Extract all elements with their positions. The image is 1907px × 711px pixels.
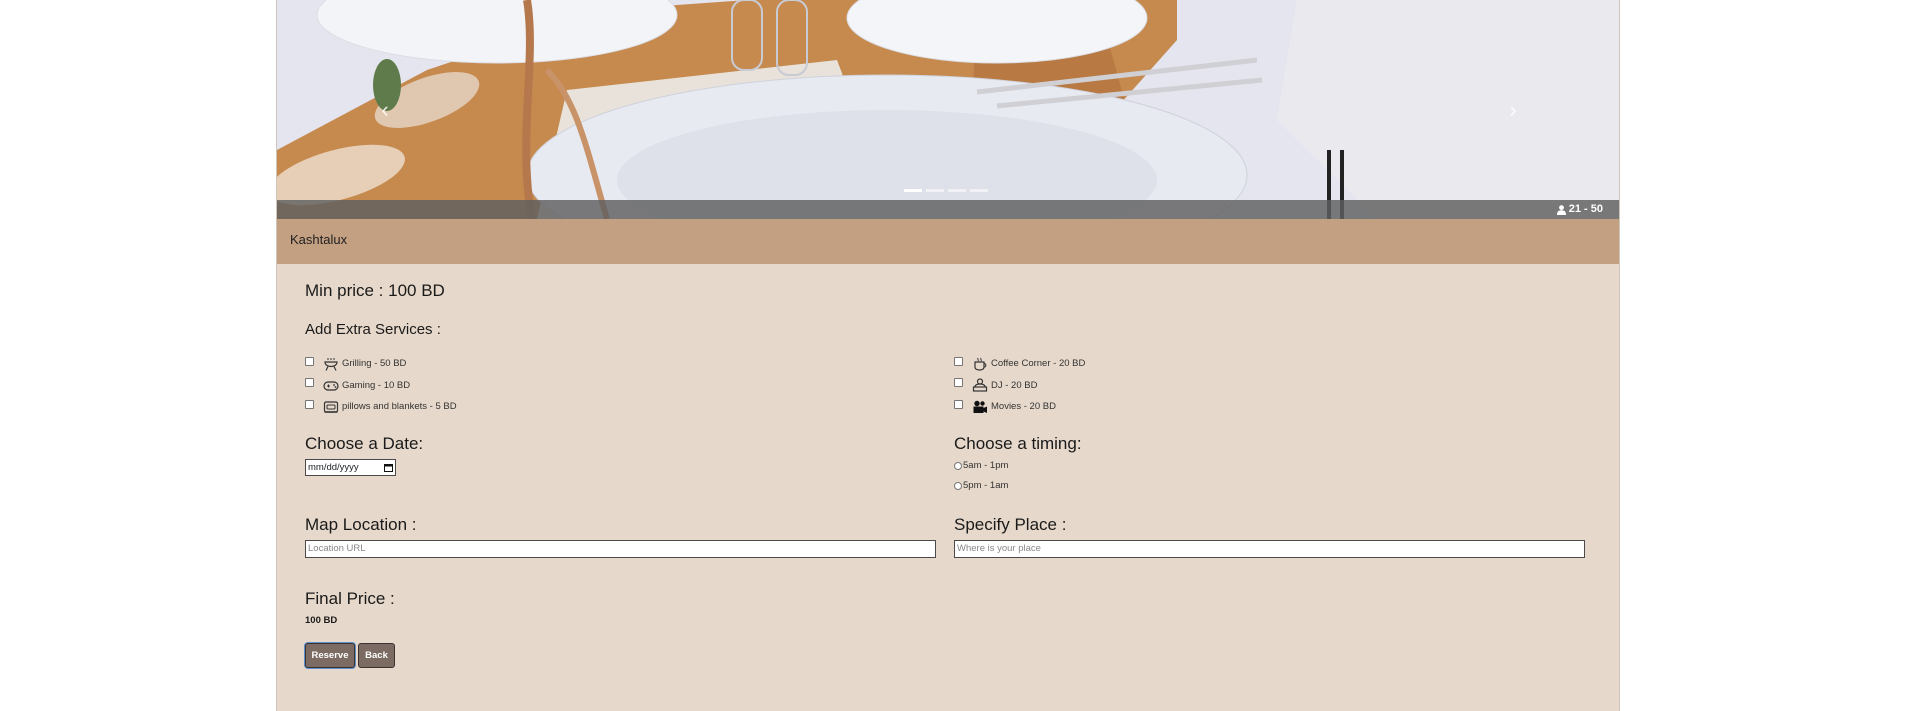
final-price-title: Final Price : bbox=[305, 589, 395, 608]
service-checkbox[interactable] bbox=[305, 378, 314, 388]
service-checkbox[interactable] bbox=[305, 356, 314, 366]
service-option-gaming[interactable]: Gaming - 10 BD bbox=[305, 375, 457, 397]
service-option-pillows[interactable]: pillows and blankets - 5 BD bbox=[305, 396, 457, 418]
date-title: Choose a Date: bbox=[305, 434, 424, 453]
service-label: Movies - 20 BD bbox=[991, 401, 1056, 413]
carousel-indicator[interactable] bbox=[970, 189, 988, 192]
map-location-title: Map Location : bbox=[305, 515, 417, 534]
service-label: Grilling - 50 BD bbox=[342, 358, 407, 370]
venue-photo bbox=[277, 0, 1619, 219]
dj-icon bbox=[972, 378, 988, 392]
min-price: Min price : 100 BD bbox=[305, 281, 445, 300]
carousel-indicator[interactable] bbox=[926, 189, 944, 192]
capacity-badge: 21 - 50 bbox=[1556, 201, 1603, 218]
carousel-next-arrow[interactable]: › bbox=[1503, 96, 1523, 124]
venue-name: Kashtalux bbox=[290, 232, 348, 247]
back-button[interactable]: Back bbox=[358, 643, 395, 668]
timing-option-morning[interactable]: 5am - 1pm bbox=[954, 460, 1008, 471]
photo-carousel[interactable]: ‹ › 21 - 50 bbox=[277, 0, 1619, 219]
service-checkbox[interactable] bbox=[954, 399, 963, 409]
timing-title: Choose a timing: bbox=[954, 434, 1082, 453]
extra-services-left: Grilling - 50 BD Gaming - 10 BD pillows … bbox=[305, 353, 457, 418]
service-label: pillows and blankets - 5 BD bbox=[342, 401, 457, 413]
carousel-indicator[interactable] bbox=[904, 189, 922, 192]
timing-radio[interactable] bbox=[954, 481, 962, 490]
carousel-prev-arrow[interactable]: ‹ bbox=[375, 96, 395, 124]
gamepad-icon bbox=[323, 378, 339, 392]
pillow-icon bbox=[323, 400, 339, 414]
service-option-movies[interactable]: Movies - 20 BD bbox=[954, 396, 1085, 418]
coffee-icon bbox=[972, 357, 988, 371]
carousel-indicator[interactable] bbox=[948, 189, 966, 192]
reserve-button[interactable]: Reserve bbox=[305, 643, 355, 668]
timing-radio[interactable] bbox=[954, 461, 962, 470]
service-checkbox[interactable] bbox=[954, 378, 963, 388]
service-checkbox[interactable] bbox=[954, 356, 963, 366]
service-option-coffee[interactable]: Coffee Corner - 20 BD bbox=[954, 353, 1085, 375]
place-input[interactable]: Where is your place bbox=[954, 540, 1585, 558]
carousel-indicators bbox=[904, 189, 988, 192]
service-checkbox[interactable] bbox=[305, 399, 314, 409]
calendar-icon[interactable] bbox=[384, 463, 393, 472]
movie-camera-icon bbox=[972, 400, 988, 414]
location-url-input[interactable]: Location URL bbox=[305, 540, 936, 558]
venue-header: Kashtalux bbox=[277, 219, 1619, 264]
date-placeholder: mm/dd/yyyy bbox=[308, 461, 359, 473]
extra-services-right: Coffee Corner - 20 BD DJ - 20 BD Movies … bbox=[954, 353, 1085, 418]
timing-label: 5pm - 1am bbox=[963, 480, 1009, 491]
final-price-value: 100 BD bbox=[305, 615, 338, 626]
service-option-dj[interactable]: DJ - 20 BD bbox=[954, 375, 1085, 397]
specify-place-title: Specify Place : bbox=[954, 515, 1067, 534]
date-input[interactable]: mm/dd/yyyy bbox=[305, 459, 396, 476]
service-label: Coffee Corner - 20 BD bbox=[991, 358, 1086, 370]
timing-label: 5am - 1pm bbox=[963, 460, 1009, 471]
venue-card: ‹ › 21 - 50 Kashtalux Min price : 100 BD… bbox=[276, 0, 1620, 711]
capacity-text: 21 - 50 bbox=[1568, 203, 1603, 215]
grill-icon bbox=[323, 357, 339, 371]
person-icon bbox=[1556, 204, 1566, 215]
timing-option-evening[interactable]: 5pm - 1am bbox=[954, 480, 1008, 491]
service-option-grilling[interactable]: Grilling - 50 BD bbox=[305, 353, 457, 375]
service-label: Gaming - 10 BD bbox=[342, 379, 411, 391]
service-label: DJ - 20 BD bbox=[991, 379, 1038, 391]
extra-services-title: Add Extra Services : bbox=[305, 321, 441, 338]
hero-info-bar bbox=[277, 200, 1619, 219]
